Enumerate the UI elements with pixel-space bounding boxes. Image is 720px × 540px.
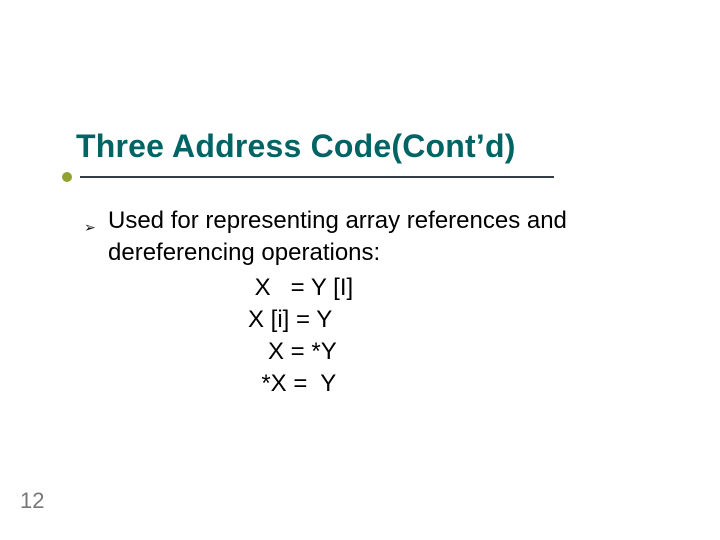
intro-text: Used for representing array references a… — [108, 205, 648, 269]
body-text: ➢ Used for representing array references… — [108, 205, 648, 400]
title-rule — [62, 170, 572, 184]
equation-1: X = Y [I] — [248, 272, 648, 304]
equations-block: X = Y [I] X [i] = Y X = *Y *X = Y — [248, 272, 648, 400]
equation-3: X = *Y — [248, 336, 648, 368]
title-wrap: Three Address Code(Cont’d) — [76, 128, 516, 165]
equation-2: X [i] = Y — [248, 304, 648, 336]
equation-4: *X = Y — [248, 368, 648, 400]
bullet-disc-icon — [62, 172, 72, 182]
slide: Three Address Code(Cont’d) ➢ Used for re… — [0, 0, 720, 540]
slide-title: Three Address Code(Cont’d) — [76, 128, 516, 165]
horizontal-rule — [80, 176, 554, 178]
chevron-right-icon: ➢ — [84, 211, 96, 243]
page-number: 12 — [20, 488, 44, 514]
